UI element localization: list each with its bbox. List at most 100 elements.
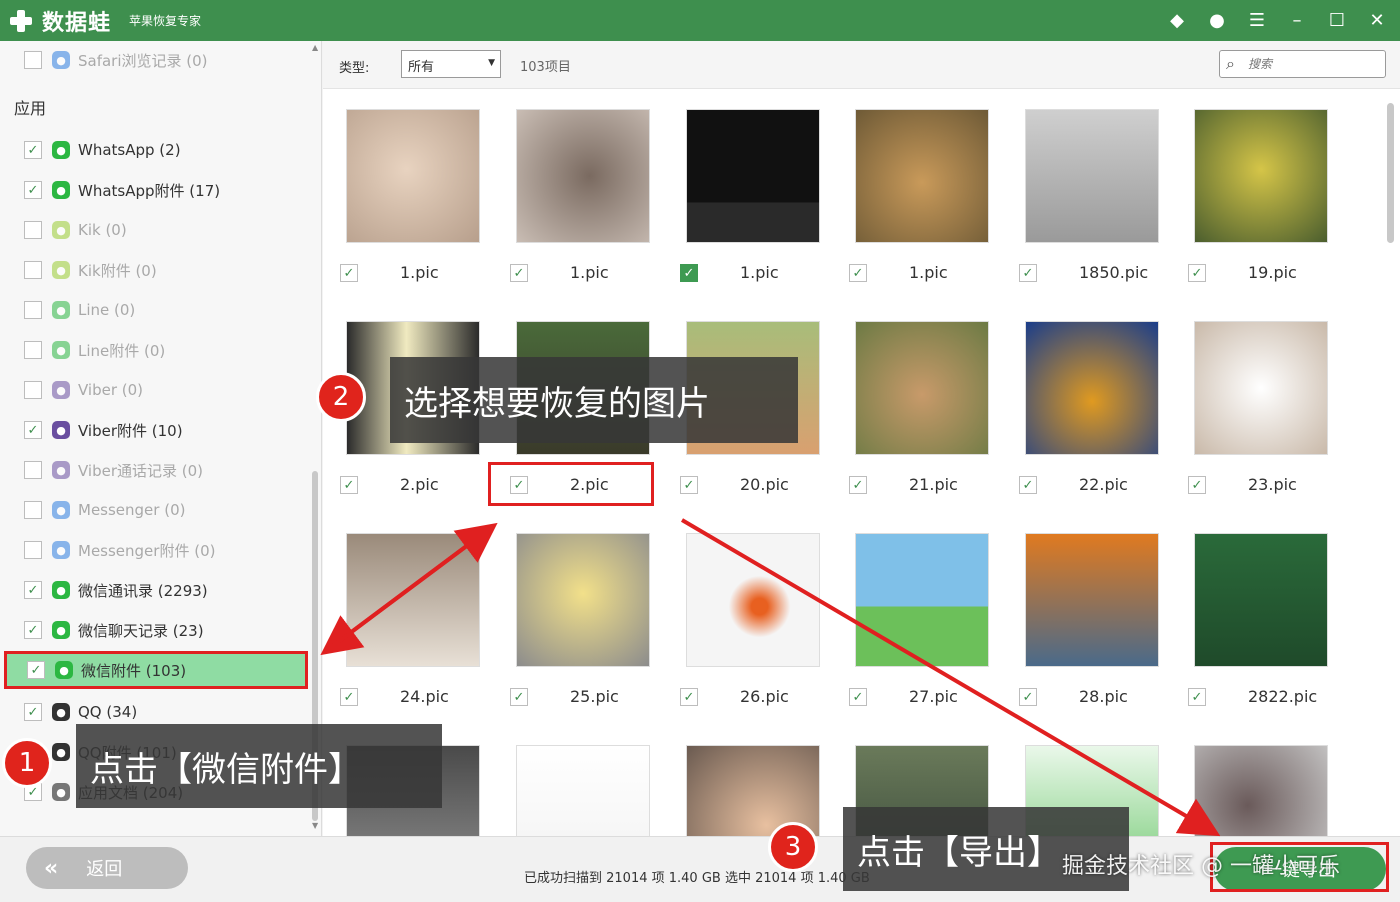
sidebar-item-checkbox[interactable]: ✓ — [24, 141, 42, 159]
image-checkbox[interactable]: ✓ — [1188, 476, 1206, 494]
sidebar-item[interactable]: ● Viber通话记录 (0) — [24, 455, 203, 485]
image-checkbox[interactable]: ✓ — [680, 476, 698, 494]
sidebar-item-checkbox[interactable] — [24, 461, 42, 479]
sidebar-item-checkbox[interactable]: ✓ — [27, 661, 45, 679]
sidebar-item[interactable]: ● Kik附件 (0) — [24, 255, 157, 285]
scroll-down-icon[interactable]: ▼ — [312, 821, 318, 830]
image-tile[interactable]: ✓ 28.pic — [1011, 523, 1181, 735]
image-tile[interactable]: ✓ 1.pic — [841, 99, 1011, 311]
sidebar-item[interactable]: ● Messenger (0) — [24, 495, 185, 525]
image-filename: 28.pic — [1079, 687, 1128, 706]
sidebar-item-checkbox[interactable]: ✓ — [24, 581, 42, 599]
sidebar-item-checkbox[interactable]: ✓ — [24, 181, 42, 199]
sidebar-item[interactable]: ● Safari浏览记录 (0) — [24, 45, 208, 75]
sidebar-item-checkbox[interactable] — [24, 501, 42, 519]
sidebar-item[interactable]: ● Kik (0) — [24, 215, 127, 245]
sidebar-item-checkbox[interactable]: ✓ — [24, 703, 42, 721]
image-checkbox[interactable]: ✓ — [1019, 688, 1037, 706]
image-thumbnail[interactable] — [1025, 321, 1159, 455]
image-checkbox[interactable]: ✓ — [510, 688, 528, 706]
sidebar-item[interactable]: ● Messenger附件 (0) — [24, 535, 215, 565]
search-input[interactable] — [1248, 55, 1378, 73]
sidebar-item-checkbox[interactable] — [24, 381, 42, 399]
sidebar-item-checkbox[interactable]: ✓ — [24, 421, 42, 439]
step1-badge: 1 — [2, 738, 52, 788]
image-checkbox[interactable]: ✓ — [340, 264, 358, 282]
image-thumbnail[interactable] — [1025, 109, 1159, 243]
back-button[interactable]: « 返回 — [26, 847, 188, 889]
image-thumbnail[interactable] — [516, 109, 650, 243]
image-checkbox[interactable]: ✓ — [510, 264, 528, 282]
image-thumbnail[interactable] — [1194, 533, 1328, 667]
sidebar-item-checkbox[interactable] — [24, 301, 42, 319]
image-tile[interactable]: ✓ 2822.pic — [1180, 523, 1350, 735]
sidebar-item-checkbox[interactable] — [24, 261, 42, 279]
image-tile[interactable]: ✓ 24.pic — [332, 523, 502, 735]
image-filename: 1.pic — [400, 263, 439, 282]
sidebar-item[interactable]: ● Viber (0) — [24, 375, 143, 405]
close-icon[interactable]: ✕ — [1366, 10, 1388, 31]
sidebar-item[interactable]: ● Line附件 (0) — [24, 335, 165, 365]
image-tile-footer: ✓ 19.pic — [1188, 261, 1348, 285]
search-box[interactable]: ⌕ — [1219, 50, 1386, 78]
maximize-icon[interactable]: ☐ — [1326, 10, 1348, 31]
image-tile[interactable]: ✓ 19.pic — [1180, 99, 1350, 311]
sidebar-item-checkbox[interactable] — [24, 221, 42, 239]
grid-scrollbar[interactable] — [1387, 103, 1394, 243]
image-thumbnail[interactable] — [1194, 109, 1328, 243]
sidebar-item[interactable]: ✓ ● 微信附件 (103) — [4, 651, 308, 689]
image-tile[interactable]: ✓ 25.pic — [502, 523, 672, 735]
image-thumbnail[interactable] — [1194, 321, 1328, 455]
image-thumbnail[interactable] — [346, 109, 480, 243]
notes-icon[interactable]: ☰ — [1246, 10, 1268, 31]
scroll-up-icon[interactable]: ▲ — [312, 43, 318, 52]
image-tile[interactable]: ✓ 26.pic — [672, 523, 842, 735]
image-thumbnail[interactable] — [346, 533, 480, 667]
image-thumbnail[interactable] — [516, 533, 650, 667]
image-checkbox[interactable]: ✓ — [849, 476, 867, 494]
line-icon: ● — [52, 341, 70, 359]
image-tile[interactable]: ✓ 1.pic — [502, 99, 672, 311]
sidebar-item[interactable]: ✓ ● QQ (34) — [24, 697, 137, 727]
image-checkbox[interactable]: ✓ — [680, 264, 698, 282]
image-tile[interactable]: ✓ 1850.pic — [1011, 99, 1181, 311]
image-checkbox[interactable]: ✓ — [340, 476, 358, 494]
image-thumbnail[interactable] — [855, 321, 989, 455]
image-checkbox[interactable]: ✓ — [680, 688, 698, 706]
sidebar-item-checkbox[interactable] — [24, 341, 42, 359]
sidebar-item[interactable]: ✓ ● 微信通讯录 (2293) — [24, 575, 208, 605]
image-checkbox[interactable]: ✓ — [1019, 476, 1037, 494]
minimize-icon[interactable]: – — [1286, 10, 1308, 31]
image-tile[interactable]: ✓ 21.pic — [841, 311, 1011, 523]
type-dropdown[interactable]: 所有 ▼ — [401, 50, 501, 78]
image-tile[interactable]: ✓ 1.pic — [332, 99, 502, 311]
chevron-down-icon: ▼ — [488, 58, 495, 68]
sidebar-item-checkbox[interactable] — [24, 51, 42, 69]
image-thumbnail[interactable] — [1025, 533, 1159, 667]
image-thumbnail[interactable] — [855, 109, 989, 243]
image-checkbox[interactable]: ✓ — [849, 264, 867, 282]
image-tile[interactable]: ✓ 27.pic — [841, 523, 1011, 735]
image-tile[interactable]: ✓ 23.pic — [1180, 311, 1350, 523]
image-tile[interactable]: ✓ 22.pic — [1011, 311, 1181, 523]
diamond-icon[interactable]: ◆ — [1166, 10, 1188, 31]
sidebar-item[interactable]: ● Line (0) — [24, 295, 135, 325]
image-tile[interactable]: ✓ 1.pic — [672, 99, 842, 311]
sidebar-item[interactable]: ✓ ● Viber附件 (10) — [24, 415, 183, 445]
image-checkbox[interactable]: ✓ — [849, 688, 867, 706]
image-checkbox[interactable]: ✓ — [1188, 688, 1206, 706]
step3-number: 3 — [784, 832, 802, 862]
sidebar-item-checkbox[interactable] — [24, 541, 42, 559]
image-thumbnail[interactable] — [686, 109, 820, 243]
sidebar-item[interactable]: ✓ ● WhatsApp (2) — [24, 135, 181, 165]
chat-icon[interactable]: ● — [1206, 10, 1228, 31]
sidebar-item-checkbox[interactable]: ✓ — [24, 621, 42, 639]
image-thumbnail[interactable] — [686, 533, 820, 667]
image-checkbox[interactable]: ✓ — [340, 688, 358, 706]
image-tile-footer: ✓ 26.pic — [680, 685, 840, 709]
sidebar-item[interactable]: ✓ ● 微信聊天记录 (23) — [24, 615, 204, 645]
image-checkbox[interactable]: ✓ — [1019, 264, 1037, 282]
sidebar-item[interactable]: ✓ ● WhatsApp附件 (17) — [24, 175, 220, 205]
image-checkbox[interactable]: ✓ — [1188, 264, 1206, 282]
image-thumbnail[interactable] — [855, 533, 989, 667]
